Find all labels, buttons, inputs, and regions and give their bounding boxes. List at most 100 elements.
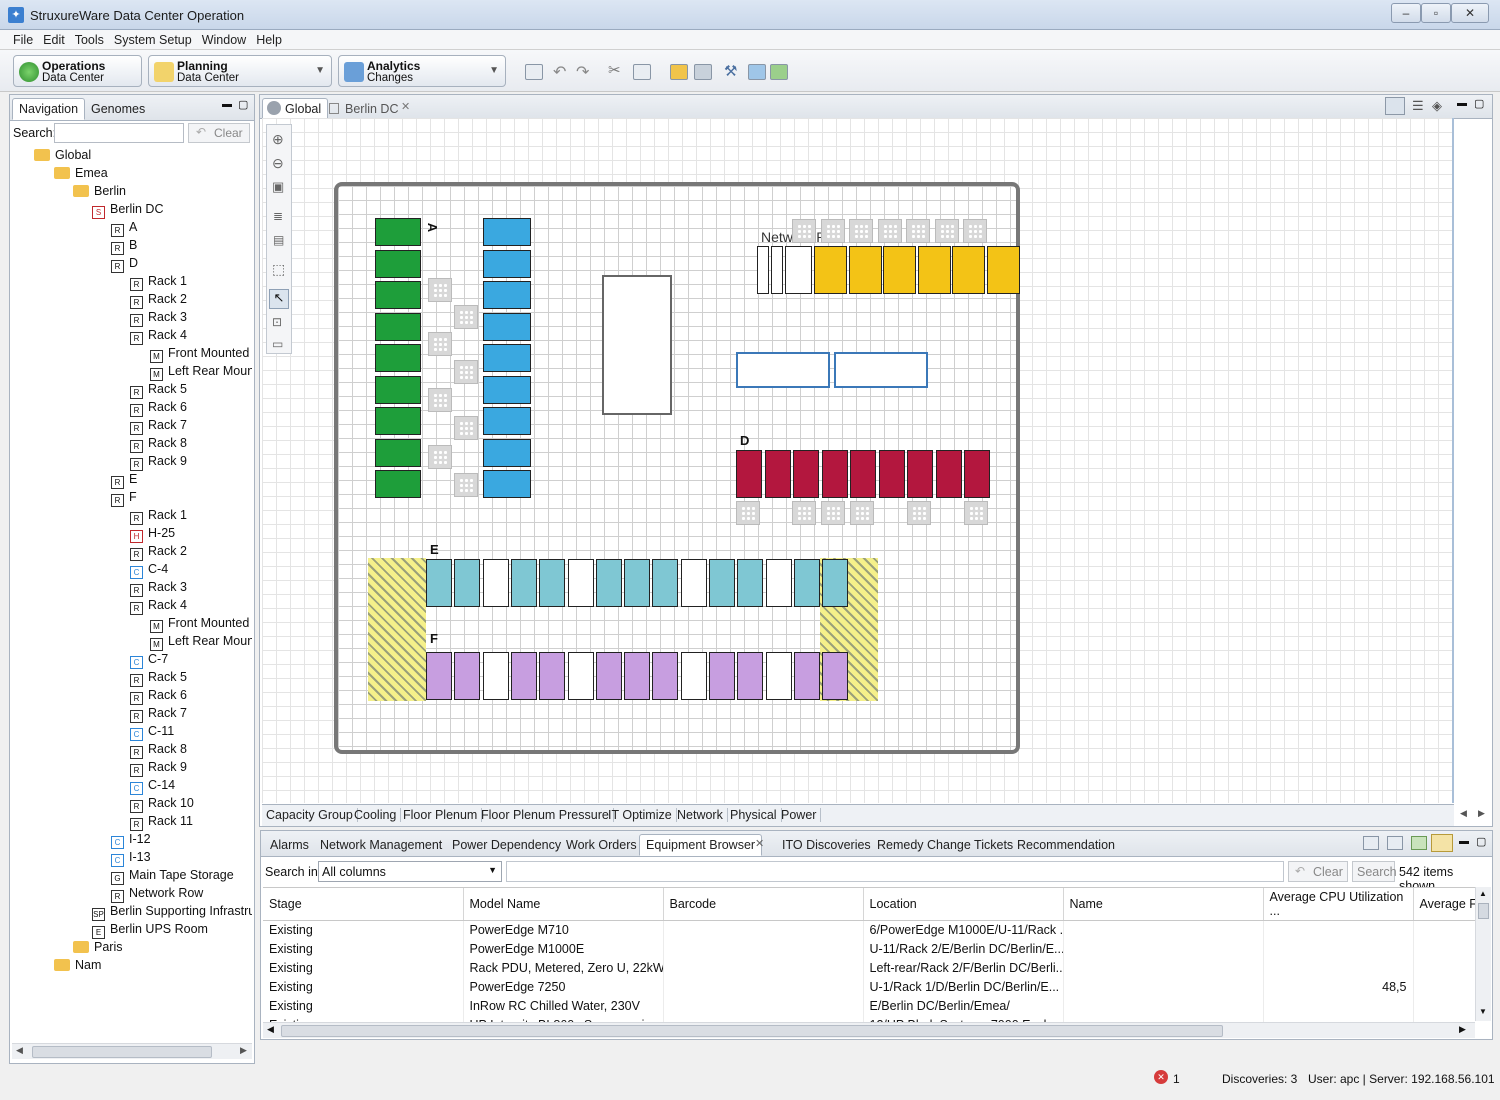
rack[interactable] — [964, 450, 990, 498]
tab-navigation[interactable]: Navigation — [12, 98, 86, 120]
align-icon[interactable]: ≣ — [273, 209, 283, 223]
rack[interactable] — [771, 246, 783, 294]
rack[interactable] — [483, 218, 531, 246]
minimize-icon[interactable]: ▬ — [222, 99, 232, 110]
tree-node[interactable]: R Rack 1 — [130, 274, 187, 292]
scroll-left-icon[interactable]: ◀ — [1460, 808, 1467, 819]
rack[interactable] — [483, 249, 531, 278]
rack[interactable] — [595, 559, 622, 607]
scroll-right-icon[interactable]: ▶ — [1478, 808, 1485, 819]
tree-node[interactable]: H H-25 — [130, 526, 175, 544]
discoveries-status[interactable]: Discoveries: 3 — [1222, 1072, 1297, 1086]
pointer-icon[interactable]: ↖ — [269, 289, 289, 309]
tree-node[interactable]: R Rack 1 — [130, 508, 187, 526]
table-vertical-scrollbar[interactable]: ▲ ▼ — [1475, 887, 1491, 1021]
tree-node[interactable]: C C-11 — [130, 724, 174, 742]
tree-node[interactable]: Nam — [54, 958, 101, 976]
equipment-search-input[interactable] — [506, 861, 1284, 882]
tree-node[interactable]: R Rack 2 — [130, 544, 187, 562]
layer-tab[interactable]: Floor Plenum Pressure — [481, 808, 614, 822]
menu-system-setup[interactable]: System Setup — [109, 31, 197, 49]
tree-node[interactable]: Emea — [54, 166, 108, 184]
column-header[interactable]: Stage — [263, 888, 464, 921]
rack[interactable] — [454, 652, 481, 700]
menu-edit[interactable]: Edit — [38, 31, 70, 49]
layer-tab[interactable]: Floor Plenum — [403, 808, 483, 822]
rack[interactable] — [652, 559, 679, 607]
bottom-tab[interactable]: Remedy Change Tickets — [870, 834, 1020, 856]
chevron-down-icon[interactable]: ▼ — [315, 65, 325, 76]
bottom-tab[interactable]: Equipment Browser — [639, 834, 763, 856]
perspective-planning[interactable]: Planning Data Center ▼ — [148, 55, 332, 87]
camera-icon[interactable] — [694, 64, 712, 80]
tree-node[interactable]: R Rack 6 — [130, 688, 187, 706]
tree-node[interactable]: S Berlin DC — [92, 202, 164, 220]
rack[interactable] — [764, 450, 791, 498]
rack[interactable] — [765, 652, 792, 700]
close-button[interactable]: ✕ — [1451, 3, 1489, 23]
column-header[interactable]: Average CPU Utilization ... — [1263, 888, 1414, 921]
redo-icon[interactable]: ↷ — [576, 62, 589, 82]
close-tab-icon[interactable]: ✕ — [401, 100, 410, 113]
rack[interactable] — [567, 652, 594, 700]
tree-node[interactable]: R Rack 5 — [130, 382, 187, 400]
layer-tab[interactable]: Cooling — [354, 808, 402, 822]
rack[interactable] — [375, 407, 421, 435]
menu-window[interactable]: Window — [197, 31, 251, 49]
rack[interactable] — [375, 375, 421, 404]
layer-tab[interactable]: Power — [781, 808, 822, 822]
error-icon[interactable]: ✕ — [1154, 1070, 1168, 1084]
scroll-thumb[interactable] — [1478, 903, 1489, 919]
bottom-tab[interactable]: Recommendation — [1010, 834, 1122, 856]
tree-node[interactable]: R Rack 7 — [130, 418, 187, 436]
tree-node[interactable]: M Left Rear Moun — [150, 364, 252, 382]
floor-plan-canvas[interactable]: ⊕ ⊖ ▣ ≣ ▤ ⬚ ↖ ⊡ ▭ A B Network Row D E F — [262, 118, 1454, 803]
equipment-search-button[interactable]: Search — [1352, 861, 1397, 882]
layer-tab[interactable]: Physical — [730, 808, 782, 822]
rack[interactable] — [736, 450, 762, 498]
tree-node[interactable]: R Rack 4 — [130, 328, 187, 346]
tree-node[interactable]: SP Berlin Supporting Infrastru — [92, 904, 252, 922]
bottom-tab[interactable]: ITO Discoveries — [775, 834, 878, 856]
rack[interactable] — [652, 652, 679, 700]
bottom-tab[interactable]: Power Dependency — [445, 834, 568, 856]
search-in-select[interactable]: All columns ▼ — [318, 861, 502, 882]
rack[interactable] — [848, 246, 882, 294]
tree-node[interactable]: Paris — [73, 940, 122, 958]
rack[interactable] — [426, 559, 452, 607]
tab-genomes[interactable]: Genomes — [84, 98, 152, 120]
tree-node[interactable]: R Rack 7 — [130, 706, 187, 724]
rack[interactable] — [375, 344, 421, 372]
rack[interactable] — [539, 652, 566, 700]
rack[interactable] — [624, 559, 651, 607]
table-row[interactable]: Existing InRow RC Chilled Water, 230V E/Be… — [263, 996, 1475, 1016]
report-icon[interactable] — [748, 64, 766, 80]
perspective-analytics[interactable]: Analytics Changes ▼ — [338, 55, 506, 87]
bottom-tab[interactable]: Alarms — [263, 834, 316, 856]
column-header[interactable]: Barcode — [663, 888, 864, 921]
tree-node[interactable]: R Rack 8 — [130, 436, 187, 454]
tree-node[interactable]: R Rack 6 — [130, 400, 187, 418]
rack[interactable] — [375, 470, 421, 498]
chevron-down-icon[interactable]: ▼ — [489, 65, 499, 76]
minimize-icon[interactable]: ▬ — [1457, 98, 1467, 109]
rack[interactable] — [917, 246, 951, 294]
image-icon[interactable]: ▤ — [273, 233, 284, 247]
tree-node[interactable]: Global — [34, 148, 91, 166]
rack[interactable] — [426, 652, 452, 700]
rack[interactable] — [793, 652, 820, 700]
text-tool-icon[interactable]: ▭ — [272, 337, 283, 351]
rack[interactable] — [986, 246, 1020, 294]
tree-node[interactable]: R Rack 4 — [130, 598, 187, 616]
rack[interactable] — [567, 559, 594, 607]
select-area-icon[interactable]: ⬚ — [272, 261, 285, 278]
nav-search-input[interactable] — [54, 123, 184, 143]
table-row[interactable]: Existing Rack PDU, Metered, Zero U, 22kW.… — [263, 958, 1475, 978]
rack[interactable] — [757, 246, 769, 294]
column-header[interactable]: Average F — [1413, 888, 1475, 921]
tree-node[interactable]: R Rack 3 — [130, 310, 187, 328]
rack[interactable] — [907, 450, 933, 498]
rack[interactable] — [595, 652, 622, 700]
rack[interactable] — [375, 281, 421, 309]
draw-rect-icon[interactable]: ⊡ — [272, 315, 282, 329]
